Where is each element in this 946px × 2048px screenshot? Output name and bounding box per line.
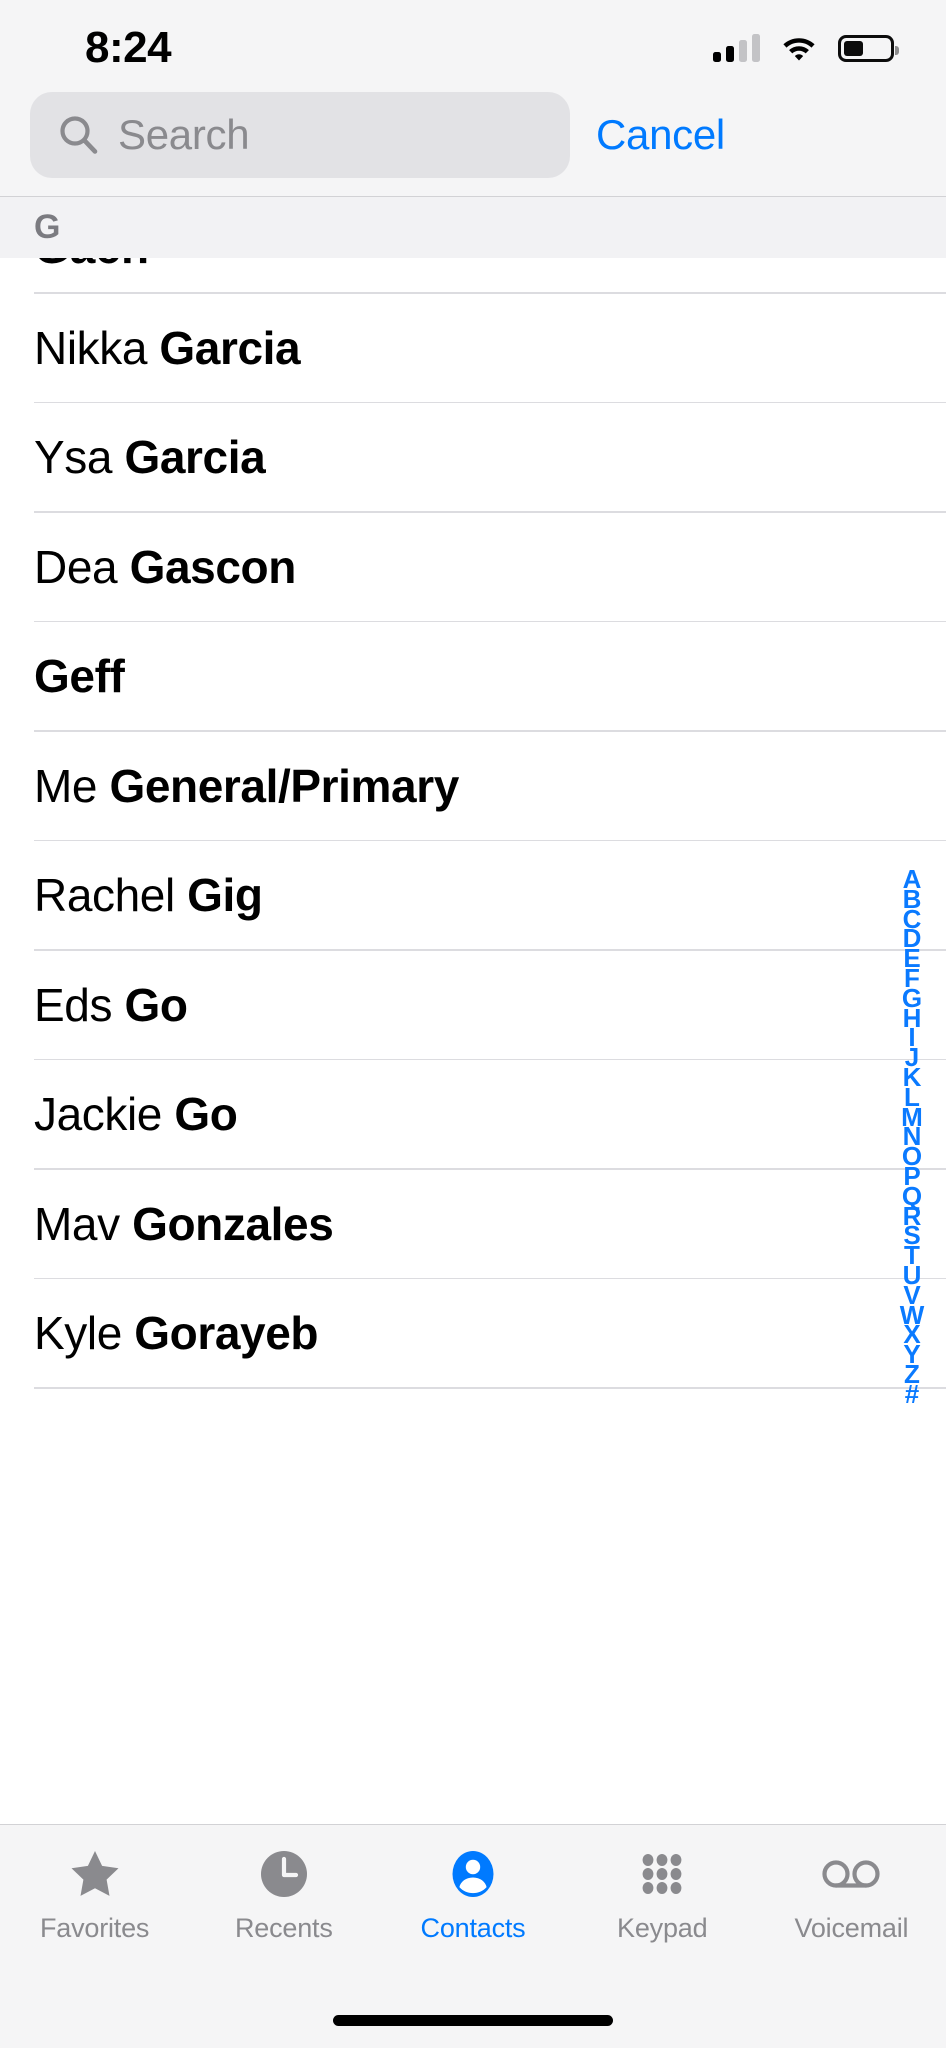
- contact-name: Dea Gascon: [34, 540, 296, 594]
- home-indicator-bar[interactable]: [333, 2014, 613, 2026]
- tab-recents[interactable]: Recents: [189, 1845, 378, 1944]
- table-row[interactable]: Rachel Gig: [0, 841, 946, 949]
- tab-contacts[interactable]: Contacts: [378, 1845, 567, 1944]
- list-item-clipped[interactable]: Gach: [0, 258, 946, 292]
- table-row[interactable]: Nikka Garcia: [0, 294, 946, 402]
- status-bar: 8:24: [0, 0, 946, 88]
- section-header-label: G: [34, 208, 61, 246]
- search-icon: [58, 114, 100, 156]
- clock-icon: [258, 1845, 310, 1903]
- table-row[interactable]: Me General/Primary: [0, 732, 946, 840]
- tab-keypad[interactable]: Keypad: [568, 1845, 757, 1944]
- contact-first-name: Kyle: [34, 1307, 135, 1359]
- contact-first-name: Ysa: [34, 431, 125, 483]
- alphabet-index[interactable]: A B C D E F G H I J K L M N O P Q R S T U V W X Y Z #: [892, 866, 932, 1407]
- tab-voicemail-label: Voicemail: [794, 1913, 909, 1943]
- tab-bar: Favorites Recents Contacts Keypad Voicem…: [0, 1824, 946, 1992]
- contact-first-name: Jackie: [34, 1088, 175, 1140]
- contact-last-name: Gascon: [129, 540, 297, 593]
- table-row[interactable]: Geff: [0, 622, 946, 730]
- contact-name: Kyle Gorayeb: [34, 1306, 318, 1360]
- keypad-dots-icon: [636, 1845, 688, 1903]
- contact-first-name: Me: [34, 759, 110, 812]
- table-row[interactable]: Ysa Garcia: [0, 403, 946, 511]
- contact-first-name: Dea: [34, 540, 130, 593]
- tab-contacts-label: Contacts: [420, 1913, 526, 1943]
- contact-name: Jackie Go: [34, 1087, 238, 1141]
- home-indicator-area: [0, 1992, 946, 2048]
- cancel-button[interactable]: Cancel: [596, 111, 725, 159]
- wifi-icon: [780, 34, 818, 62]
- contact-first-name: Mav: [34, 1197, 133, 1250]
- contact-name: Mav Gonzales: [34, 1197, 334, 1251]
- contact-first-name: Nikka: [34, 321, 160, 374]
- table-row[interactable]: Jackie Go: [0, 1060, 946, 1168]
- alphabet-index-hash[interactable]: #: [905, 1381, 919, 1407]
- contact-first-name: Rachel: [34, 869, 188, 921]
- voicemail-icon: [821, 1845, 881, 1903]
- contact-last-name: Garcia: [124, 431, 266, 483]
- contacts-scroll-content: Gach Nikka GarciaYsa GarciaDea GasconGef…: [0, 258, 946, 1389]
- contact-last-name: General/Primary: [109, 759, 459, 812]
- search-bar-container: Search Cancel: [0, 88, 946, 196]
- iphone-contacts-screen: 8:24 Search Cancel G Nikka Garcia Ysa Ga…: [0, 0, 946, 2048]
- table-row[interactable]: Kyle Gorayeb: [0, 1279, 946, 1387]
- status-bar-indicators: [713, 34, 899, 62]
- contact-name-clipped: Gach: [34, 258, 149, 274]
- contact-last-name: Go: [124, 978, 188, 1031]
- star-icon: [69, 1845, 121, 1903]
- tab-recents-label: Recents: [234, 1913, 333, 1943]
- contact-first-name: Eds: [34, 978, 125, 1031]
- status-bar-clock: 8:24: [85, 23, 172, 72]
- table-row[interactable]: Eds Go: [0, 951, 946, 1059]
- contact-name: Rachel Gig: [34, 868, 263, 922]
- person-circle-icon: [447, 1845, 499, 1903]
- tab-favorites-label: Favorites: [39, 1913, 150, 1943]
- contact-name: Geff: [34, 649, 125, 703]
- contact-last-name: Garcia: [159, 321, 301, 374]
- table-row[interactable]: Dea Gascon: [0, 513, 946, 621]
- tab-favorites[interactable]: Favorites: [0, 1845, 189, 1944]
- search-input[interactable]: Search: [30, 92, 570, 178]
- tab-voicemail[interactable]: Voicemail: [757, 1845, 946, 1944]
- contact-last-name: Gonzales: [132, 1197, 334, 1250]
- contact-last-name: Gig: [187, 869, 263, 921]
- contact-last-name: Gorayeb: [134, 1307, 319, 1359]
- tab-keypad-label: Keypad: [617, 1913, 708, 1943]
- contact-name: Ysa Garcia: [34, 430, 266, 484]
- table-row[interactable]: Mav Gonzales: [0, 1170, 946, 1278]
- cellular-signal-icon: [713, 34, 760, 62]
- contact-last-name: Go: [174, 1088, 238, 1140]
- contact-name: Me General/Primary: [34, 759, 459, 813]
- battery-icon: [838, 34, 899, 62]
- contacts-list[interactable]: Gach Nikka GarciaYsa GarciaDea GasconGef…: [0, 258, 946, 1824]
- contact-name: Eds Go: [34, 978, 188, 1032]
- search-placeholder-text: Search: [118, 111, 250, 158]
- contact-last-name: Geff: [34, 650, 125, 702]
- section-header-g: G: [0, 196, 946, 258]
- list-divider: [34, 1387, 946, 1389]
- contact-name: Nikka Garcia: [34, 321, 301, 375]
